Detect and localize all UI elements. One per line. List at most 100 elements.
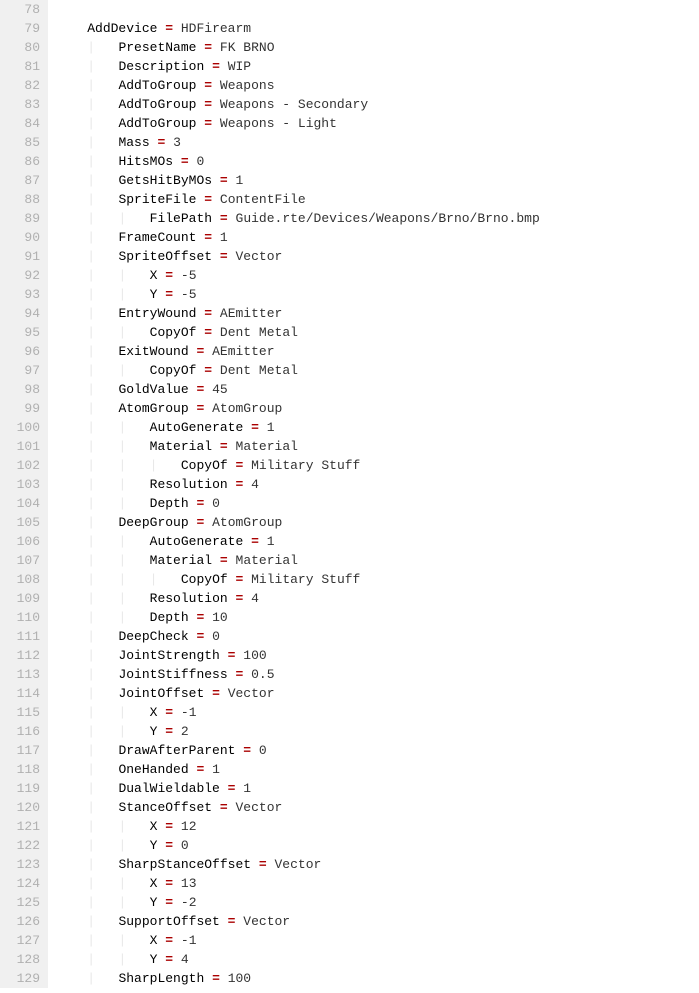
property-value: FK BRNO xyxy=(220,40,275,55)
code-line[interactable]: 104 | | Depth = 0 xyxy=(0,494,699,513)
line-number: 97 xyxy=(0,361,48,380)
code-line[interactable]: 100 | | AutoGenerate = 1 xyxy=(0,418,699,437)
code-line[interactable]: 106 | | AutoGenerate = 1 xyxy=(0,532,699,551)
code-line[interactable]: 116 | | Y = 2 xyxy=(0,722,699,741)
property-value: 1 xyxy=(267,534,275,549)
code-line[interactable]: 97 | | CopyOf = Dent Metal xyxy=(0,361,699,380)
code-line[interactable]: 105 | DeepGroup = AtomGroup xyxy=(0,513,699,532)
code-line[interactable]: 109 | | Resolution = 4 xyxy=(0,589,699,608)
property-value: Material xyxy=(236,439,298,454)
property-key: X xyxy=(150,705,158,720)
code-line[interactable]: 110 | | Depth = 10 xyxy=(0,608,699,627)
code-line[interactable]: 96 | ExitWound = AEmitter xyxy=(0,342,699,361)
property-value: -5 xyxy=(181,268,197,283)
property-value: 1 xyxy=(267,420,275,435)
code-line[interactable]: 126 | SupportOffset = Vector xyxy=(0,912,699,931)
equals-operator: = xyxy=(251,420,259,435)
code-line[interactable]: 127 | | X = -1 xyxy=(0,931,699,950)
code-line[interactable]: 87 | GetsHitByMOs = 1 xyxy=(0,171,699,190)
property-value: 1 xyxy=(212,762,220,777)
code-line[interactable]: 81 | Description = WIP xyxy=(0,57,699,76)
code-line[interactable]: 86 | HitsMOs = 0 xyxy=(0,152,699,171)
code-line[interactable]: 128 | | Y = 4 xyxy=(0,950,699,969)
property-key: ExitWound xyxy=(118,344,188,359)
property-value: -5 xyxy=(181,287,197,302)
property-key: FrameCount xyxy=(118,230,196,245)
equals-operator: = xyxy=(165,705,173,720)
code-line[interactable]: 92 | | X = -5 xyxy=(0,266,699,285)
code-line[interactable]: 80 | PresetName = FK BRNO xyxy=(0,38,699,57)
equals-operator: = xyxy=(165,819,173,834)
property-value: AtomGroup xyxy=(212,401,282,416)
code-line[interactable]: 99 | AtomGroup = AtomGroup xyxy=(0,399,699,418)
line-number: 104 xyxy=(0,494,48,513)
equals-operator: = xyxy=(196,610,204,625)
code-line[interactable]: 98 | GoldValue = 45 xyxy=(0,380,699,399)
code-line[interactable]: 91 | SpriteOffset = Vector xyxy=(0,247,699,266)
property-key: Description xyxy=(118,59,204,74)
property-key: AutoGenerate xyxy=(150,420,244,435)
equals-operator: = xyxy=(212,971,220,986)
code-editor[interactable]: 7879 AddDevice = HDFirearm80 | PresetNam… xyxy=(0,0,699,988)
code-line[interactable]: 121 | | X = 12 xyxy=(0,817,699,836)
property-key: CopyOf xyxy=(150,325,197,340)
equals-operator: = xyxy=(251,534,259,549)
code-line[interactable]: 111 | DeepCheck = 0 xyxy=(0,627,699,646)
code-line[interactable]: 125 | | Y = -2 xyxy=(0,893,699,912)
property-value: 0 xyxy=(259,743,267,758)
code-line[interactable]: 129 | SharpLength = 100 xyxy=(0,969,699,988)
line-number: 84 xyxy=(0,114,48,133)
property-key: AddDevice xyxy=(87,21,157,36)
code-line[interactable]: 82 | AddToGroup = Weapons xyxy=(0,76,699,95)
property-value: 3 xyxy=(173,135,181,150)
line-content: | DrawAfterParent = 0 xyxy=(48,741,267,760)
code-line[interactable]: 108 | | | CopyOf = Military Stuff xyxy=(0,570,699,589)
code-line[interactable]: 107 | | Material = Material xyxy=(0,551,699,570)
equals-operator: = xyxy=(196,401,204,416)
code-line[interactable]: 79 AddDevice = HDFirearm xyxy=(0,19,699,38)
code-line[interactable]: 118 | OneHanded = 1 xyxy=(0,760,699,779)
code-line[interactable]: 78 xyxy=(0,0,699,19)
property-value: 1 xyxy=(243,781,251,796)
line-number: 117 xyxy=(0,741,48,760)
property-value: 4 xyxy=(251,591,259,606)
property-key: SpriteOffset xyxy=(118,249,212,264)
code-line[interactable]: 119 | DualWieldable = 1 xyxy=(0,779,699,798)
code-line[interactable]: 83 | AddToGroup = Weapons - Secondary xyxy=(0,95,699,114)
line-number: 112 xyxy=(0,646,48,665)
code-line[interactable]: 115 | | X = -1 xyxy=(0,703,699,722)
line-content xyxy=(48,0,56,19)
property-value: Guide.rte/Devices/Weapons/Brno/Brno.bmp xyxy=(236,211,540,226)
code-line[interactable]: 95 | | CopyOf = Dent Metal xyxy=(0,323,699,342)
line-content: | JointOffset = Vector xyxy=(48,684,275,703)
code-line[interactable]: 112 | JointStrength = 100 xyxy=(0,646,699,665)
code-line[interactable]: 90 | FrameCount = 1 xyxy=(0,228,699,247)
line-content: | SharpStanceOffset = Vector xyxy=(48,855,321,874)
line-content: | | CopyOf = Dent Metal xyxy=(48,323,298,342)
code-line[interactable]: 89 | | FilePath = Guide.rte/Devices/Weap… xyxy=(0,209,699,228)
code-line[interactable]: 93 | | Y = -5 xyxy=(0,285,699,304)
line-number: 79 xyxy=(0,19,48,38)
code-line[interactable]: 113 | JointStiffness = 0.5 xyxy=(0,665,699,684)
code-line[interactable]: 101 | | Material = Material xyxy=(0,437,699,456)
property-value: Vector xyxy=(236,800,283,815)
line-number: 101 xyxy=(0,437,48,456)
line-content: | Mass = 3 xyxy=(48,133,181,152)
line-number: 113 xyxy=(0,665,48,684)
code-line[interactable]: 102 | | | CopyOf = Military Stuff xyxy=(0,456,699,475)
line-content: | | X = -5 xyxy=(48,266,197,285)
equals-operator: = xyxy=(181,154,189,169)
code-line[interactable]: 122 | | Y = 0 xyxy=(0,836,699,855)
line-content: | ExitWound = AEmitter xyxy=(48,342,275,361)
code-line[interactable]: 120 | StanceOffset = Vector xyxy=(0,798,699,817)
code-line[interactable]: 114 | JointOffset = Vector xyxy=(0,684,699,703)
equals-operator: = xyxy=(204,192,212,207)
code-line[interactable]: 123 | SharpStanceOffset = Vector xyxy=(0,855,699,874)
code-line[interactable]: 117 | DrawAfterParent = 0 xyxy=(0,741,699,760)
code-line[interactable]: 85 | Mass = 3 xyxy=(0,133,699,152)
code-line[interactable]: 124 | | X = 13 xyxy=(0,874,699,893)
code-line[interactable]: 94 | EntryWound = AEmitter xyxy=(0,304,699,323)
code-line[interactable]: 88 | SpriteFile = ContentFile xyxy=(0,190,699,209)
code-line[interactable]: 103 | | Resolution = 4 xyxy=(0,475,699,494)
code-line[interactable]: 84 | AddToGroup = Weapons - Light xyxy=(0,114,699,133)
